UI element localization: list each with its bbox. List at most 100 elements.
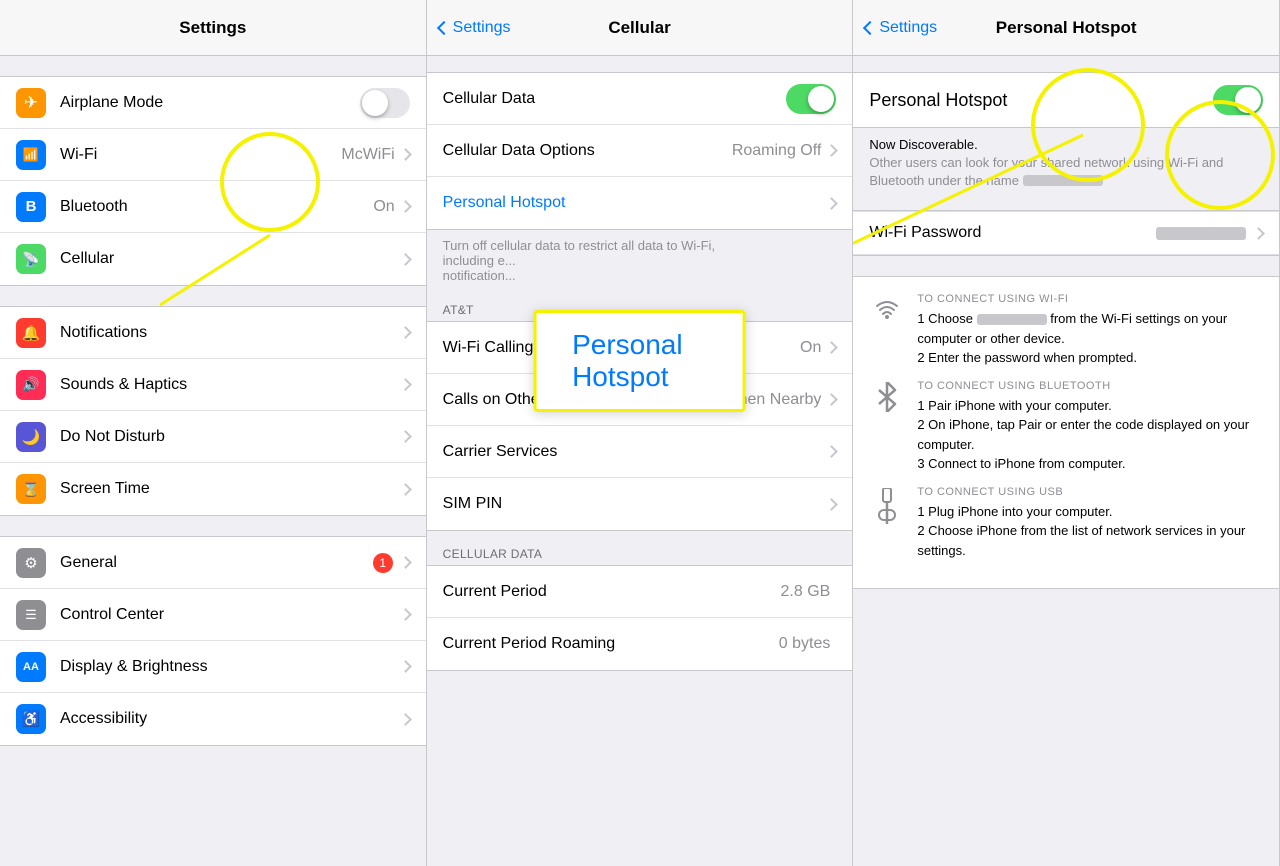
sounds-icon: 🔊: [16, 370, 46, 400]
dnd-chevron: [399, 430, 412, 443]
password-blur: [1156, 227, 1246, 240]
bluetooth-chevron: [399, 200, 412, 213]
calls-other-devices-chevron: [825, 393, 838, 406]
current-period-item: Current Period 2.8 GB: [427, 566, 853, 618]
wifi-label: Wi-Fi: [60, 146, 341, 164]
panel2-header: Settings Cellular: [427, 0, 853, 56]
wifi-icon: 📶: [16, 140, 46, 170]
dnd-icon: 🌙: [16, 422, 46, 452]
carrier-services-item[interactable]: Carrier Services: [427, 426, 853, 478]
wifi-password-label: Wi-Fi Password: [869, 224, 1156, 242]
wifi-password-chevron: [1252, 227, 1265, 240]
notifications-section: 🔔 Notifications 🔊 Sounds & Haptics 🌙 Do …: [0, 306, 426, 516]
sim-pin-label: SIM PIN: [443, 495, 828, 513]
connect-wifi-title: TO CONNECT USING WI-FI: [917, 293, 1263, 305]
carrier-services-chevron: [825, 445, 838, 458]
connect-bluetooth-title: TO CONNECT USING BLUETOOTH: [917, 380, 1263, 392]
cellular-data-options-label: Cellular Data Options: [443, 142, 732, 160]
wifi-value: McWiFi: [341, 146, 394, 164]
displaybrightness-item[interactable]: AA Display & Brightness: [0, 641, 426, 693]
sounds-item[interactable]: 🔊 Sounds & Haptics: [0, 359, 426, 411]
hotspot-back-label: Settings: [879, 19, 937, 37]
panel1-title: Settings: [179, 18, 246, 37]
personal-hotspot-item[interactable]: Personal Hotspot: [427, 177, 853, 229]
cellular-data-toggle[interactable]: [786, 84, 836, 114]
accessibility-label: Accessibility: [60, 710, 401, 728]
connect-wifi-row: TO CONNECT USING WI-FI 1 Choose from the…: [869, 293, 1263, 368]
wifi-calling-chevron: [825, 341, 838, 354]
accessibility-icon: ♿: [16, 704, 46, 734]
accessibility-item[interactable]: ♿ Accessibility: [0, 693, 426, 745]
hotspot-back-button[interactable]: Settings: [865, 19, 937, 37]
cellular-data-note: Turn off cellular data to restrict all d…: [427, 230, 853, 287]
hotspot-toggle[interactable]: [1213, 85, 1263, 115]
personal-hotspot-label: Personal Hotspot: [443, 194, 828, 212]
airplane-mode-item[interactable]: ✈ Airplane Mode: [0, 77, 426, 129]
screentime-label: Screen Time: [60, 480, 401, 498]
controlcenter-label: Control Center: [60, 606, 401, 624]
panel1-header: Settings: [0, 0, 426, 56]
notifications-icon: 🔔: [16, 318, 46, 348]
connect-usb-title: TO CONNECT USING USB: [917, 486, 1263, 498]
accessibility-chevron: [399, 713, 412, 726]
connect-wifi-steps: 1 Choose from the Wi-Fi settings on your…: [917, 309, 1263, 368]
cellular-item[interactable]: 📡 Cellular: [0, 233, 426, 285]
bluetooth-icon: B: [16, 192, 46, 222]
airplane-mode-label: Airplane Mode: [60, 94, 360, 112]
wifi-item[interactable]: 📶 Wi-Fi McWiFi: [0, 129, 426, 181]
notifications-item[interactable]: 🔔 Notifications: [0, 307, 426, 359]
network-name-blur: [1023, 175, 1103, 186]
wifi-connect-icon: [869, 293, 905, 323]
general-badge: 1: [373, 553, 393, 573]
displaybrightness-chevron: [399, 660, 412, 673]
bluetooth-item[interactable]: B Bluetooth On: [0, 181, 426, 233]
screentime-chevron: [399, 483, 412, 496]
hotspot-back-chevron-icon: [863, 20, 877, 34]
panel2-scroll[interactable]: Cellular Data Cellular Data Options Roam…: [427, 56, 853, 866]
cellular-data-options-item[interactable]: Cellular Data Options Roaming Off: [427, 125, 853, 177]
hotspot-highlight-text: Personal Hotspot: [572, 329, 683, 392]
connect-bluetooth-text: TO CONNECT USING BLUETOOTH 1 Pair iPhone…: [917, 380, 1263, 474]
connect-wifi-section: TO CONNECT USING WI-FI 1 Choose from the…: [853, 276, 1279, 589]
sounds-chevron: [399, 378, 412, 391]
airplane-mode-icon: ✈: [16, 88, 46, 118]
notifications-chevron: [399, 326, 412, 339]
general-item[interactable]: ⚙ General 1: [0, 537, 426, 589]
screentime-item[interactable]: ⌛ Screen Time: [0, 463, 426, 515]
cellular-data-label: Cellular Data: [443, 90, 787, 108]
displaybrightness-label: Display & Brightness: [60, 658, 401, 676]
sim-pin-chevron: [825, 498, 838, 511]
wifi-chevron: [399, 148, 412, 161]
hotspot-toggle-row[interactable]: Personal Hotspot: [853, 73, 1279, 127]
cellular-data-usage-section: Current Period 2.8 GB Current Period Roa…: [427, 565, 853, 671]
screentime-icon: ⌛: [16, 474, 46, 504]
current-period-roaming-label: Current Period Roaming: [443, 635, 779, 653]
bluetooth-connect-icon: [869, 380, 905, 412]
personal-hotspot-panel: Settings Personal Hotspot Personal Hotsp…: [853, 0, 1280, 866]
dnd-item[interactable]: 🌙 Do Not Disturb: [0, 411, 426, 463]
hotspot-highlight-box: Personal Hotspot: [533, 310, 746, 412]
usb-connect-icon: [869, 486, 905, 524]
airplane-mode-toggle[interactable]: [360, 88, 410, 118]
cellular-data-item[interactable]: Cellular Data: [427, 73, 853, 125]
back-chevron-icon: [437, 20, 451, 34]
panel3-title: Personal Hotspot: [996, 18, 1137, 37]
sim-pin-item[interactable]: SIM PIN: [427, 478, 853, 530]
general-section: ⚙ General 1 ☰ Control Center AA Display …: [0, 536, 426, 746]
discoverable-text: Now Discoverable.: [869, 137, 977, 152]
cellular-data-options-chevron: [825, 144, 838, 157]
wifi-password-row[interactable]: Wi-Fi Password: [853, 211, 1279, 255]
connect-wifi-text: TO CONNECT USING WI-FI 1 Choose from the…: [917, 293, 1263, 368]
panel2-title: Cellular: [608, 18, 670, 37]
cellular-back-button[interactable]: Settings: [439, 19, 511, 37]
settings-panel: Settings ✈ Airplane Mode 📶 Wi-Fi McWiFi: [0, 0, 427, 866]
controlcenter-item[interactable]: ☰ Control Center: [0, 589, 426, 641]
panel3-content: Personal Hotspot Now Discoverable. Other…: [853, 56, 1279, 866]
current-period-value: 2.8 GB: [781, 583, 831, 601]
connect-usb-steps: 1 Plug iPhone into your computer. 2 Choo…: [917, 502, 1263, 561]
hotspot-discoverable-text: Now Discoverable. Other users can look f…: [853, 128, 1279, 194]
wifi-password-section: Wi-Fi Password: [853, 210, 1279, 256]
panel3-header: Settings Personal Hotspot: [853, 0, 1279, 56]
dnd-label: Do Not Disturb: [60, 428, 401, 446]
general-chevron: [399, 556, 412, 569]
